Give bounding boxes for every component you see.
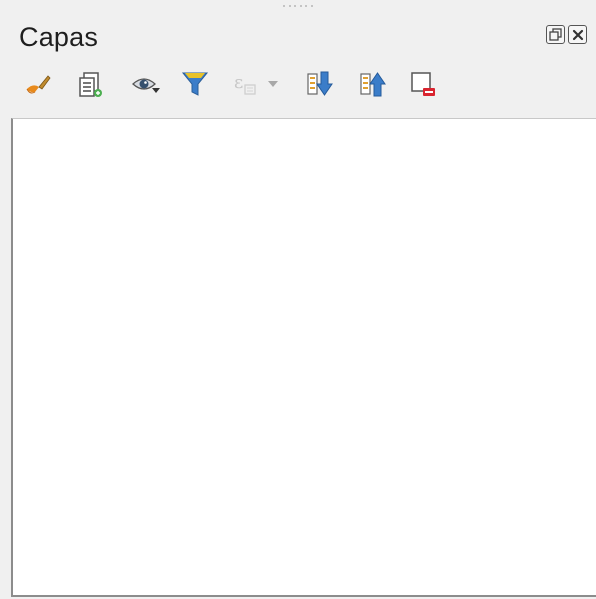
style-brush-icon xyxy=(26,75,51,94)
layers-panel: Capas ε xyxy=(0,0,596,599)
drag-grip-handle[interactable] xyxy=(283,5,313,9)
add-group-button[interactable] xyxy=(73,66,109,102)
filter-legend-button[interactable] xyxy=(177,66,213,102)
collapse-all-button[interactable] xyxy=(354,66,390,102)
expand-all-button[interactable] xyxy=(301,66,337,102)
panel-title: Capas xyxy=(19,22,99,52)
manage-visibility-button[interactable] xyxy=(128,66,164,102)
remove-layer-icon xyxy=(411,72,435,96)
float-button[interactable] xyxy=(546,25,565,44)
filter-expression-button[interactable]: ε xyxy=(228,66,264,102)
close-icon xyxy=(572,29,583,40)
filter-expression-icon: ε xyxy=(234,72,256,95)
svg-text:ε: ε xyxy=(234,72,243,93)
style-manager-button[interactable] xyxy=(20,66,56,102)
layers-toolbar: ε xyxy=(14,62,584,108)
expand-all-icon xyxy=(307,71,333,96)
close-button[interactable] xyxy=(568,25,587,44)
float-icon xyxy=(549,28,562,41)
dropdown-arrow-icon xyxy=(268,81,278,87)
remove-layer-button[interactable] xyxy=(405,66,441,102)
collapse-all-icon xyxy=(360,72,386,97)
manage-visibility-icon xyxy=(132,78,160,93)
layers-tree-view[interactable] xyxy=(11,118,596,597)
filter-dropdown-button[interactable] xyxy=(262,66,284,102)
filter-legend-icon xyxy=(181,72,209,96)
add-group-icon xyxy=(79,72,102,97)
